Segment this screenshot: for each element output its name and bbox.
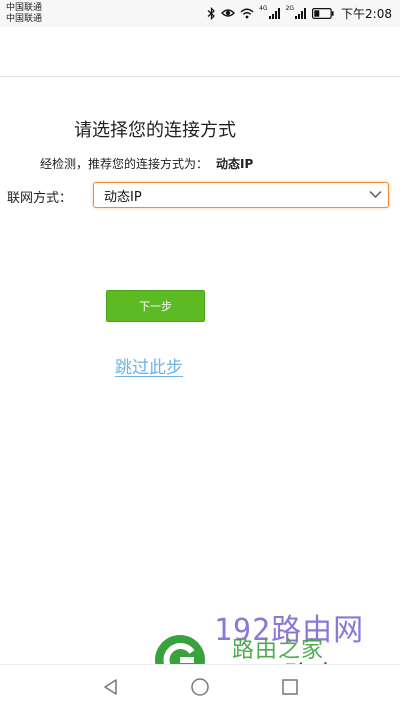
network-type-2: 2G xyxy=(285,5,295,12)
network-type-1: 4G xyxy=(259,5,268,12)
back-icon[interactable] xyxy=(101,677,121,697)
recommended-method: 动态IP xyxy=(216,157,254,171)
connection-type-select[interactable]: 动态IP xyxy=(93,182,389,208)
navigation-bar xyxy=(0,664,400,712)
signal-icon-2 xyxy=(295,7,307,19)
chevron-down-icon xyxy=(369,191,382,198)
header-bar xyxy=(0,27,400,77)
connection-type-label: 联网方式： xyxy=(7,191,73,206)
recent-apps-icon[interactable] xyxy=(280,677,300,697)
recommendation-line: 经检测，推荐您的连接方式为： 动态IP xyxy=(40,155,253,172)
status-time: 下午2:08 xyxy=(341,6,392,21)
signal-icon-1 xyxy=(268,7,280,19)
next-step-button[interactable]: 下一步 xyxy=(106,290,205,322)
carrier-name-2: 中国联通 xyxy=(6,14,43,24)
skip-step-link[interactable]: 跳过此步 xyxy=(115,353,183,378)
page-title: 请选择您的连接方式 xyxy=(74,120,236,141)
carrier-name-1: 中国联通 xyxy=(6,3,43,13)
battery-icon xyxy=(312,7,334,19)
status-icons: 4G 2G 下午2:08 xyxy=(207,5,392,21)
wifi-icon xyxy=(240,8,254,18)
status-bar: 中国联通 中国联通 4G 2G 下午2:08 xyxy=(0,0,400,27)
bluetooth-icon xyxy=(207,6,215,20)
eye-icon xyxy=(221,9,236,17)
home-icon[interactable] xyxy=(190,677,210,697)
recommendation-text: 经检测，推荐您的连接方式为： xyxy=(40,157,209,171)
connection-type-value: 动态IP xyxy=(104,189,142,205)
